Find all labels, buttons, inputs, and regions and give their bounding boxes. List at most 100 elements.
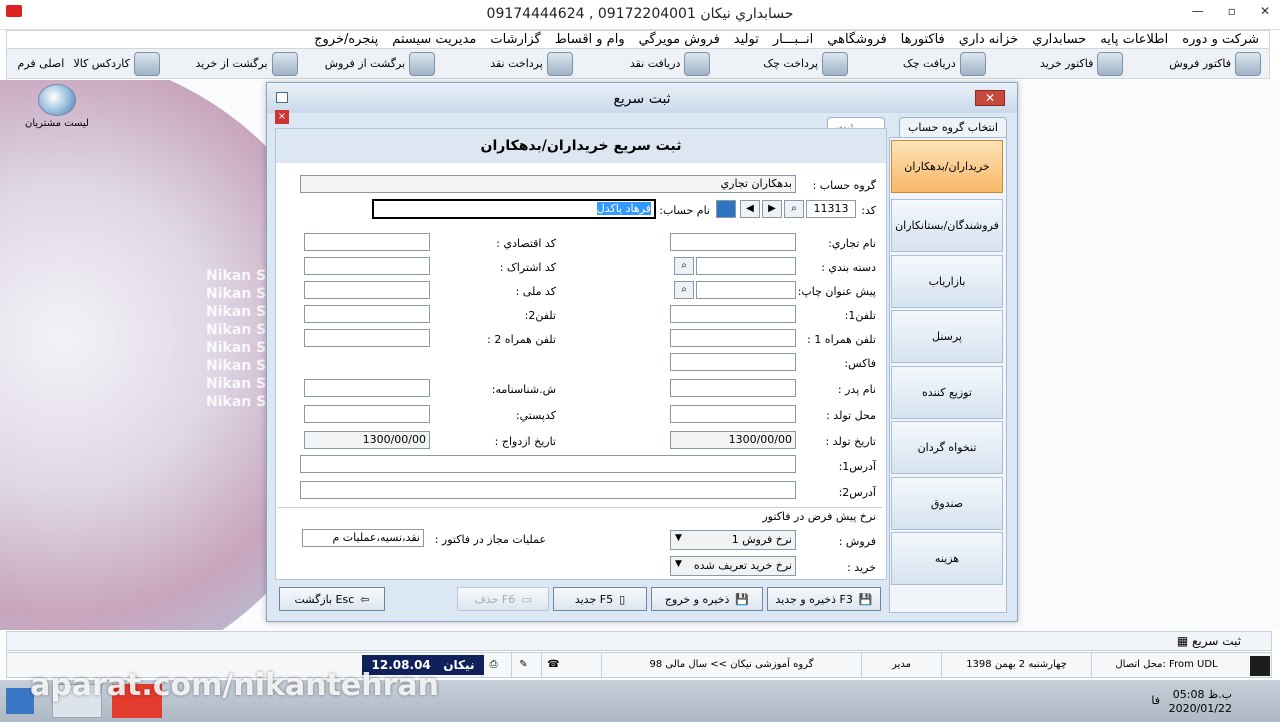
- search-icon[interactable]: ⌕: [784, 200, 804, 218]
- globe-icon: [38, 84, 76, 116]
- status-organization: گروه آموزشی نيکان >> سال مالی 98: [601, 653, 861, 677]
- toolbar-cardex[interactable]: کاردکس کالا: [64, 51, 160, 76]
- side-suppliers[interactable]: فروشندگان/بستانکاران: [891, 199, 1003, 252]
- title-bar: حسابداري نيكان 09172204001 , 09174444624…: [0, 0, 1280, 30]
- menu-reports[interactable]: گزارشات: [490, 32, 540, 47]
- save-exit-button[interactable]: ذخيره و خروج 💾: [651, 587, 763, 611]
- toolbar-sales-return[interactable]: برگشت از فروش: [298, 51, 436, 76]
- side-personnel[interactable]: پرسنل: [891, 310, 1003, 363]
- next-record-icon[interactable]: ▶: [762, 200, 782, 218]
- account-name-input[interactable]: فرهاد پاکدل: [372, 199, 656, 219]
- grid-icon: ▦: [1176, 634, 1189, 648]
- toolbar-main-form[interactable]: اصلی فرم: [7, 57, 64, 70]
- national-code-field[interactable]: [304, 281, 430, 299]
- account-group-field[interactable]: بدهکاران تجاري: [300, 175, 796, 193]
- toolbar-purchase-invoice[interactable]: فاکتور خريد: [986, 51, 1124, 76]
- toolbar-receive-cash[interactable]: دريافت نقد: [573, 51, 711, 76]
- back-button[interactable]: بازگشت Esc ⇦: [279, 587, 385, 611]
- book-icon[interactable]: [716, 200, 736, 218]
- toolbar-sales-invoice[interactable]: فاکتور فروش: [1123, 51, 1261, 76]
- invoice-icon: [1097, 51, 1124, 76]
- side-expense[interactable]: هزينه: [891, 532, 1003, 585]
- code-field[interactable]: 11313: [806, 200, 856, 218]
- toolbar-receive-check[interactable]: دريافت چک: [848, 51, 986, 76]
- economic-code-field[interactable]: [304, 233, 430, 251]
- category-field[interactable]: [696, 257, 796, 275]
- preview-icon[interactable]: ⎙: [481, 653, 505, 677]
- menu-base-info[interactable]: اطلاعات پايه: [1100, 32, 1168, 47]
- toolbar-pay-check[interactable]: پرداخت چک: [710, 51, 849, 76]
- trade-name-field[interactable]: [670, 233, 796, 251]
- side-cash-box[interactable]: صندوق: [891, 477, 1003, 530]
- chevron-down-icon: ▼: [675, 533, 682, 543]
- menu-accounting[interactable]: حسابداري: [1032, 32, 1086, 47]
- toolbar-purchase-return[interactable]: برگشت از خريد: [160, 51, 298, 76]
- mobile1-field[interactable]: [670, 329, 796, 347]
- new-button[interactable]: جديد F5 ▯: [553, 587, 647, 611]
- prev-record-icon[interactable]: ◀: [740, 200, 760, 218]
- buy-rate-select[interactable]: نرخ خريد تعريف شده ▼: [670, 556, 796, 576]
- fax-field[interactable]: [670, 353, 796, 371]
- tab-select-group[interactable]: انتخاب گروه حساب: [899, 117, 1007, 137]
- form-header: ثبت سريع خريداران/بدهکاران: [276, 129, 886, 163]
- toolbar: فاکتور فروش فاکتور خريد دريافت چک پرداخت…: [6, 49, 1270, 79]
- menu-invoices[interactable]: فاکتورها: [901, 32, 945, 47]
- desktop-customer-list[interactable]: ليست مشتريان: [22, 84, 92, 129]
- menu-production[interactable]: توليد: [734, 32, 759, 47]
- dialog-menu-icon[interactable]: [276, 92, 288, 103]
- side-distributor[interactable]: توزيع کننده: [891, 366, 1003, 419]
- address2-field[interactable]: [300, 481, 796, 499]
- money-hand-icon: [546, 51, 573, 76]
- pause-icon[interactable]: [1250, 656, 1270, 676]
- search-icon[interactable]: ⌕: [674, 257, 694, 275]
- restore-button[interactable]: ▫: [1228, 4, 1236, 18]
- account-group-panel: خريداران/بدهکاران فروشندگان/بستانکاران ب…: [889, 137, 1007, 613]
- close-button[interactable]: ✕: [1260, 4, 1270, 18]
- marriage-date-field[interactable]: 1300/00/00: [304, 431, 430, 449]
- postal-code-field[interactable]: [304, 405, 430, 423]
- minimize-button[interactable]: —: [1192, 4, 1204, 18]
- menu-company[interactable]: شرکت و دوره: [1182, 32, 1259, 47]
- taskbar-clock[interactable]: 05:08 ب.ظ 2020/01/22: [1169, 688, 1232, 716]
- menu-window[interactable]: پنجره/خروج: [314, 32, 378, 47]
- side-marketer[interactable]: بازارياب: [891, 255, 1003, 308]
- menu-loans[interactable]: وام و اقساط: [555, 32, 625, 47]
- mobile2-field[interactable]: [304, 329, 430, 347]
- id-number-field[interactable]: [304, 379, 430, 397]
- father-name-field[interactable]: [670, 379, 796, 397]
- status-connection: محل اتصال: From UDL: [1091, 653, 1241, 677]
- menu-warehouse[interactable]: انــبـــار: [773, 32, 813, 47]
- side-petty-cash[interactable]: تنخواه گردان: [891, 421, 1003, 474]
- language-indicator[interactable]: فا: [1151, 694, 1160, 707]
- save-new-button[interactable]: ذخيره و جديد F3 💾: [767, 587, 881, 611]
- print-title-field[interactable]: [696, 281, 796, 299]
- dialog-button-bar: ذخيره و جديد F3 💾 ذخيره و خروج 💾 جديد F5 ▯ …: [275, 584, 887, 614]
- birth-place-field[interactable]: [670, 405, 796, 423]
- dialog-close-button[interactable]: ✕: [975, 90, 1005, 106]
- phone1-field[interactable]: [670, 305, 796, 323]
- edit-icon[interactable]: ✎: [511, 653, 535, 677]
- hand-check-icon: [822, 51, 849, 76]
- active-form-tab[interactable]: ثبت سريع: [1192, 634, 1241, 648]
- open-forms-bar: ثبت سريع ▦: [6, 631, 1272, 651]
- side-customers[interactable]: خريداران/بدهکاران: [891, 140, 1003, 193]
- phone-icon[interactable]: ☎: [541, 653, 565, 677]
- address1-field[interactable]: [300, 455, 796, 473]
- cardex-icon: [133, 51, 160, 76]
- menu-treasury[interactable]: خزانه داري: [959, 32, 1018, 47]
- subscription-code-field[interactable]: [304, 257, 430, 275]
- floppy-icon: 💾: [735, 592, 750, 606]
- sale-rate-select[interactable]: نرخ فروش 1 ▼: [670, 530, 796, 550]
- phone2-field[interactable]: [304, 305, 430, 323]
- menu-store[interactable]: فروشگاهي: [827, 32, 886, 47]
- delete-button[interactable]: حذف F6 ▭: [457, 587, 549, 611]
- allowed-operations-field[interactable]: نقد،نسيه،عمليات م: [302, 529, 424, 547]
- menu-distribution[interactable]: فروش مويرگي: [639, 32, 720, 47]
- menu-system[interactable]: مديريت سيستم: [392, 32, 476, 47]
- toolbar-pay-cash[interactable]: پرداخت نقد: [435, 51, 573, 76]
- search-icon[interactable]: ⌕: [674, 281, 694, 299]
- exit-door-icon: ⇦: [360, 592, 370, 606]
- return-icon: [409, 51, 436, 76]
- close-form-icon[interactable]: ×: [275, 110, 289, 124]
- birth-date-field[interactable]: 1300/00/00: [670, 431, 796, 449]
